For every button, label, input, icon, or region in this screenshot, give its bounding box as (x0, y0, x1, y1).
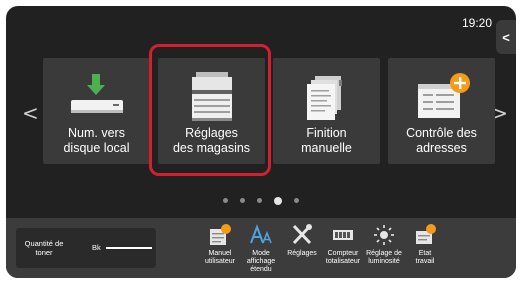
previous-page-arrow[interactable]: < (22, 101, 39, 125)
brightness-icon (364, 222, 404, 248)
page-indicator (6, 192, 516, 210)
bottom-bar: Quantité de toner Bk Manuel utilisateur (6, 218, 516, 278)
job-status-button[interactable]: Etat travail (405, 222, 445, 276)
total-count-label: Compteur totalisateur (325, 250, 361, 265)
extended-display-mode-button[interactable]: Mode affichage étendu (241, 222, 281, 276)
job-status-icon (405, 222, 445, 248)
tile-label: Num. vers disque local (63, 126, 130, 155)
scan-to-local-drive-icon (43, 70, 150, 122)
toner-color-label: Bk (92, 243, 101, 252)
page-dot[interactable] (240, 198, 245, 204)
page-dot[interactable] (294, 198, 299, 204)
manual-icon (200, 222, 240, 248)
settings-button-label: Réglages (287, 250, 317, 257)
brightness-button[interactable]: Réglage de luminosité (364, 222, 404, 276)
tile-manual-finishing[interactable]: Finition manuelle (273, 58, 380, 164)
tools-icon (282, 222, 322, 248)
page-dot[interactable] (223, 198, 228, 204)
toner-label: Quantité de toner (24, 239, 64, 257)
side-panel-toggle-button[interactable]: < (496, 20, 516, 54)
clock: 19:20 (461, 16, 492, 30)
toner-level-bar (106, 247, 152, 249)
brightness-label: Réglage de luminosité (366, 250, 402, 265)
control-panel-screen: 19:20 < < > Num. vers disque local Régla… (6, 6, 516, 278)
extended-display-mode-label: Mode affichage étendu (246, 250, 276, 273)
tile-label: Finition manuelle (301, 126, 352, 155)
job-status-label: Etat travail (415, 250, 435, 265)
page-dot[interactable] (257, 198, 262, 204)
tile-address-control[interactable]: Contrôle des adresses (388, 58, 495, 164)
font-size-icon (241, 222, 281, 248)
manual-finishing-icon (273, 70, 380, 122)
highlight-frame (149, 44, 271, 176)
manual-button-label: Manuel utilisateur (205, 250, 235, 265)
total-count-button[interactable]: Compteur totalisateur (323, 222, 363, 276)
counter-icon (323, 222, 363, 248)
toner-gauge: Quantité de toner Bk (16, 228, 156, 268)
tile-label: Contrôle des adresses (406, 126, 477, 155)
settings-button[interactable]: Réglages (282, 222, 322, 276)
page-dot-current[interactable] (274, 196, 282, 205)
address-control-icon (388, 70, 495, 122)
tile-scan-to-local-drive[interactable]: Num. vers disque local (43, 58, 150, 164)
manual-button[interactable]: Manuel utilisateur (200, 222, 240, 276)
